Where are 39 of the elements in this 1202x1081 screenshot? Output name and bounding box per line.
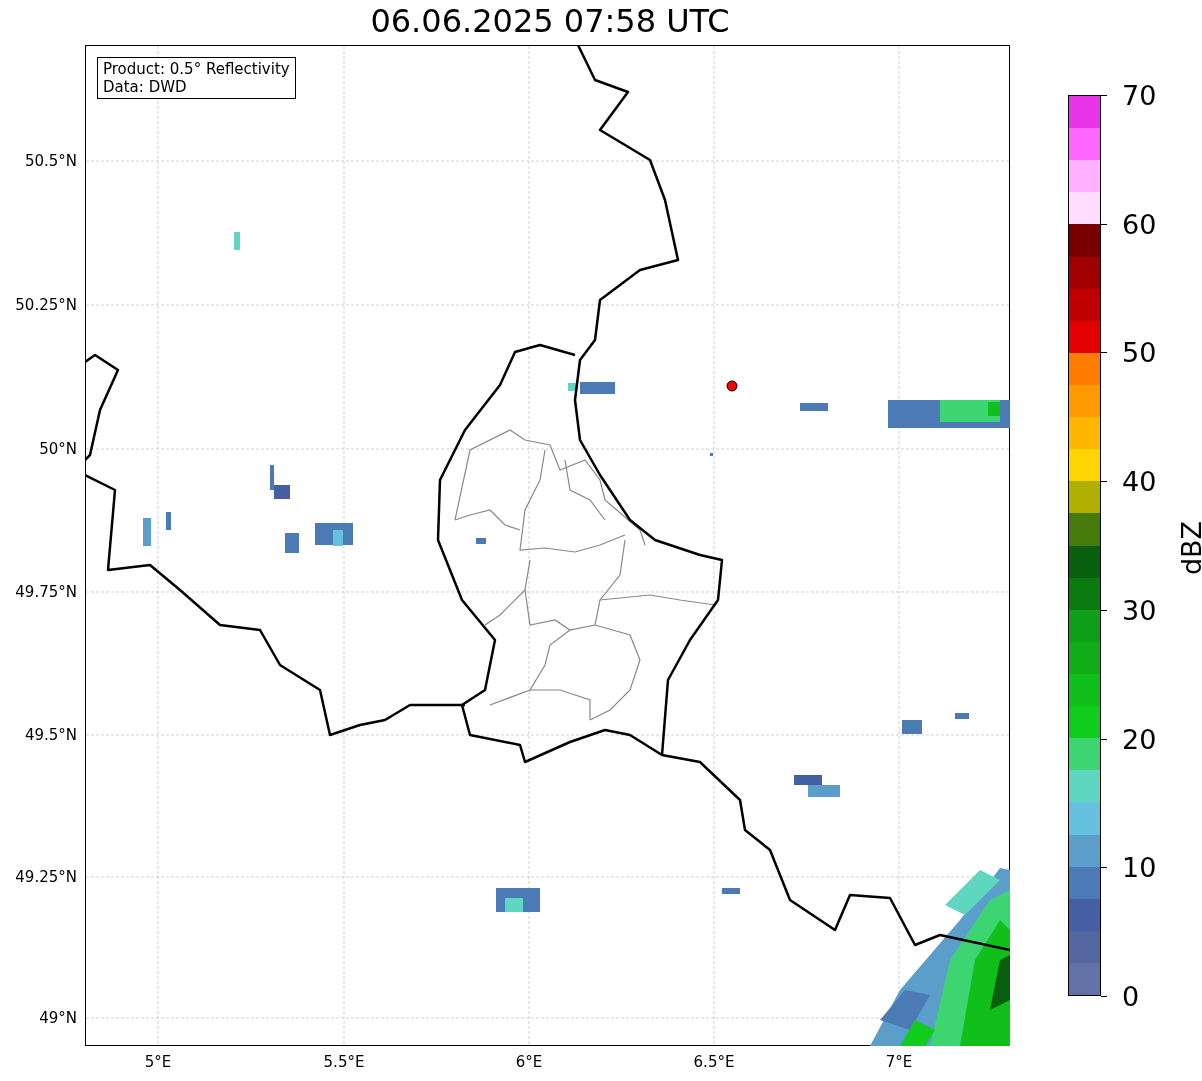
radar-echo: [166, 512, 171, 530]
chart-title: 06.06.2025 07:58 UTC: [369, 4, 731, 40]
longitude-label: 6°E: [515, 1052, 543, 1073]
scale-title: dBZ: [1174, 520, 1202, 576]
legend-text: Product: 0.5° Reflectivity: [103, 60, 290, 78]
radar-echo: [580, 382, 615, 394]
radar-echo: [710, 453, 713, 456]
legend-text: Data: DWD: [103, 78, 188, 96]
latitude-label: 49°N: [39, 1007, 77, 1029]
radar-echo: [794, 775, 822, 785]
radar-echo: [476, 538, 486, 544]
radar-echo: [902, 720, 922, 734]
radar-echo: [234, 232, 240, 250]
longitude-label: 7°E: [885, 1052, 913, 1073]
longitude-label: 6.5°E: [693, 1052, 735, 1073]
latitude-label: 49.5°N: [24, 724, 77, 746]
radar-echo: [143, 518, 151, 546]
latitude-label: 49.25°N: [15, 866, 77, 888]
longitude-label: 5.5°E: [323, 1052, 365, 1073]
scale-label: 20: [1122, 725, 1157, 753]
scale-label: 60: [1122, 210, 1157, 238]
scale-label: 50: [1122, 338, 1157, 366]
scale-label: 40: [1122, 467, 1157, 495]
station-marker: [726, 380, 738, 392]
radar-echo: [955, 713, 969, 719]
radar-echo: [722, 888, 740, 894]
radar-echo: [285, 533, 299, 553]
scale-label: 0: [1122, 982, 1140, 1010]
longitude-label: 5°E: [144, 1052, 172, 1073]
latitude-label: 50°N: [39, 438, 77, 460]
scale-label: 70: [1122, 81, 1157, 109]
latitude-label: 49.75°N: [15, 581, 77, 603]
latitude-label: 50.5°N: [24, 150, 77, 172]
scale-label: 30: [1122, 596, 1157, 624]
latitude-label: 50.25°N: [15, 294, 77, 316]
radar-echo: [800, 403, 828, 411]
scale-label: 10: [1122, 853, 1157, 881]
radar-echo: [568, 383, 576, 391]
radar-echo: [808, 785, 840, 797]
